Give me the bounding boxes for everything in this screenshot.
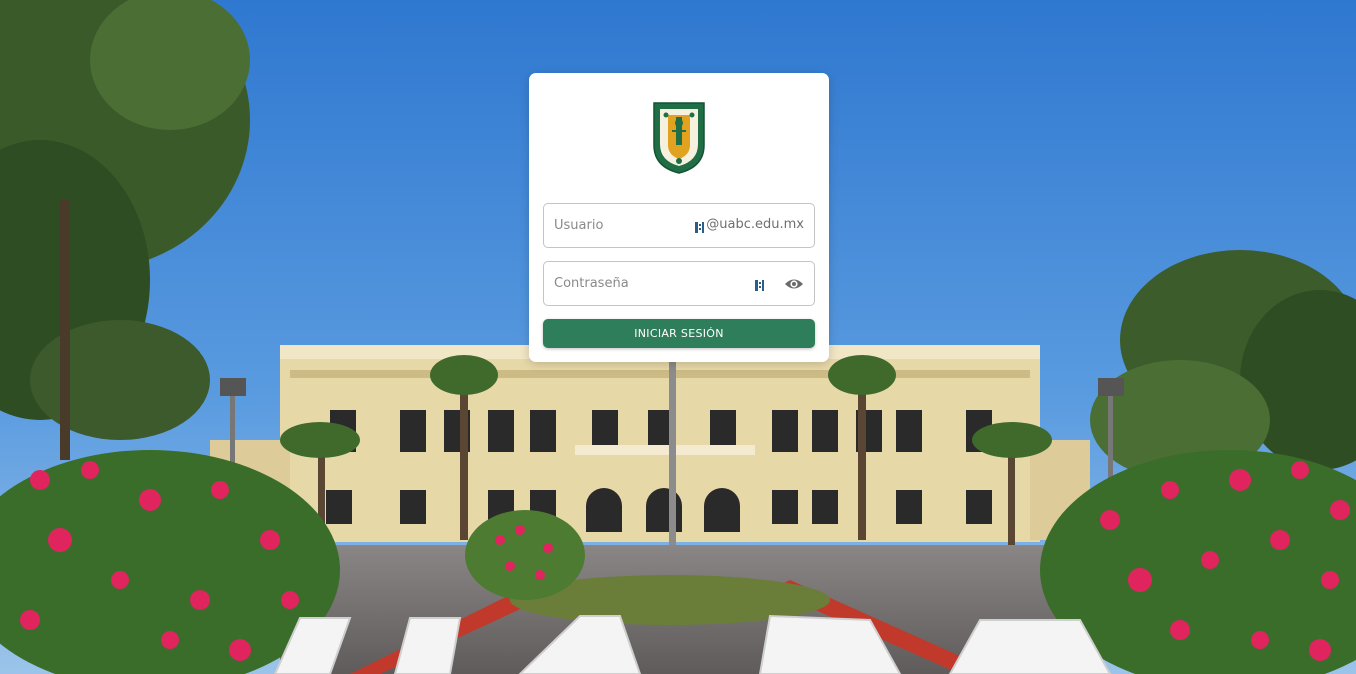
username-input[interactable] bbox=[554, 204, 694, 247]
center-bush bbox=[465, 510, 585, 600]
password-input[interactable] bbox=[554, 262, 744, 305]
username-field[interactable]: @uabc.edu.mx bbox=[543, 203, 815, 248]
eye-icon[interactable] bbox=[784, 275, 804, 293]
login-button[interactable]: INICIAR SESIÓN bbox=[543, 319, 815, 348]
email-domain-suffix: @uabc.edu.mx bbox=[706, 217, 804, 232]
password-manager-icon[interactable] bbox=[694, 219, 706, 233]
password-manager-icon[interactable] bbox=[754, 277, 766, 291]
password-field[interactable] bbox=[543, 261, 815, 306]
login-card: @uabc.edu.mx INICIAR SESIÓN bbox=[529, 73, 829, 362]
university-crest-icon bbox=[652, 101, 706, 175]
